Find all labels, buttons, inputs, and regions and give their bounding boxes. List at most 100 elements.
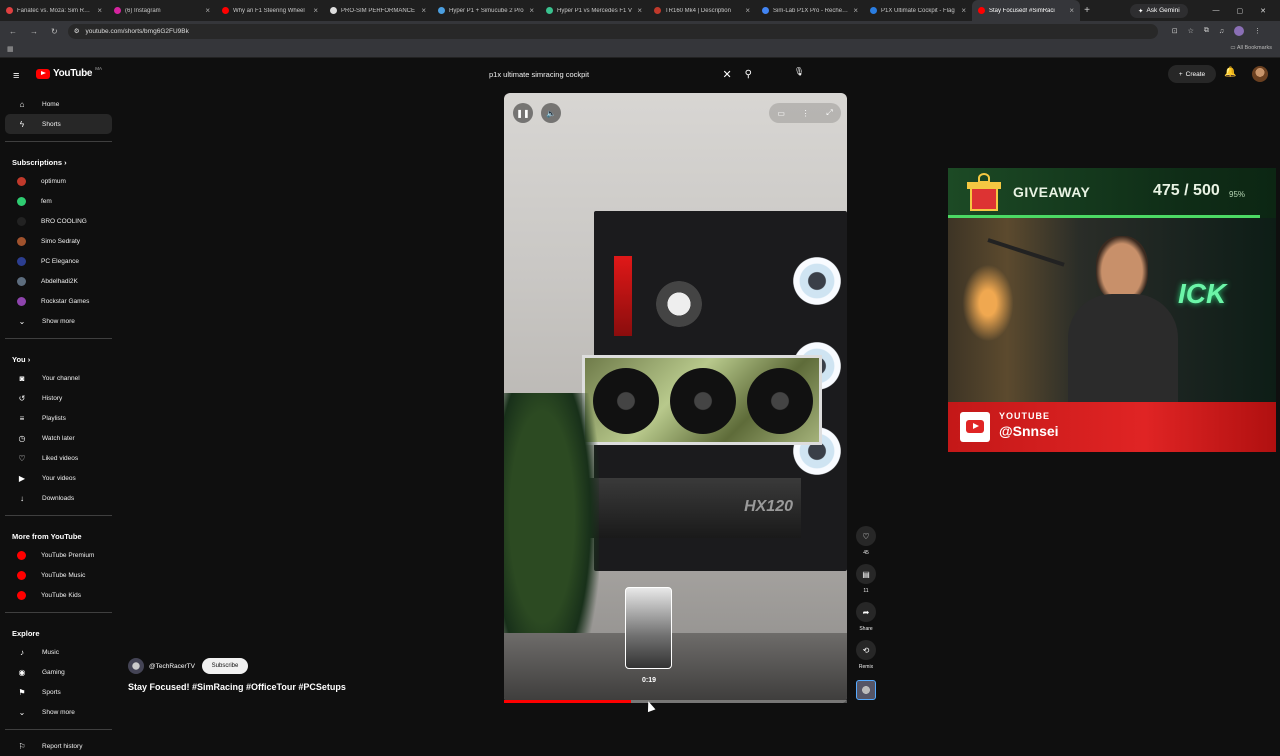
like-action[interactable]: ♡ 45	[853, 526, 879, 556]
new-tab-button[interactable]: +	[1080, 5, 1094, 16]
create-button[interactable]: + Create	[1168, 65, 1216, 83]
browser-tab[interactable]: Stay Focused! #SimRaci ×	[972, 0, 1080, 21]
subscriptions-title: Subscriptions	[12, 158, 63, 167]
like-icon[interactable]: ♡	[856, 526, 876, 546]
sidebar-item-youtube-music[interactable]: YouTube Music	[5, 565, 112, 585]
tab-close-icon[interactable]: ×	[529, 6, 534, 15]
notifications-bell-icon[interactable]: 🔔	[1224, 67, 1236, 78]
channel-avatar[interactable]	[128, 658, 144, 674]
video-progress-bar[interactable]	[504, 700, 847, 703]
tab-close-icon[interactable]: ×	[961, 6, 966, 15]
browser-tab[interactable]: P1X Ultimate Cockpit - Flag ×	[864, 0, 972, 21]
sidebar-item-fem[interactable]: fem	[5, 191, 112, 211]
clear-search-icon[interactable]: ✕	[722, 68, 731, 81]
shorts-video-player[interactable]: HX120 ❚❚ 🔈 ▭ ⋮ ⤢ 0:19	[504, 93, 847, 703]
menu-kebab-icon[interactable]: ⋮	[1254, 27, 1261, 35]
share-icon[interactable]: ➦	[856, 602, 876, 622]
tab-title: Hyper P1 vs Mercedes F1 V	[557, 7, 633, 14]
report-history[interactable]: ⚐ Report history	[5, 736, 112, 756]
subscriptions-heading[interactable]: Subscriptions ›	[0, 148, 118, 171]
subscribe-button[interactable]: Subscribe	[201, 658, 248, 674]
tab-close-icon[interactable]: ×	[853, 6, 858, 15]
short-title[interactable]: Stay Focused! #SimRacing #OfficeTour #PC…	[128, 682, 346, 692]
media-icon[interactable]: ♫	[1219, 28, 1224, 35]
install-icon[interactable]: ⊡	[1172, 27, 1178, 35]
sidebar-item-watch-later[interactable]: ◷ Watch later	[5, 428, 112, 448]
search-box[interactable]: p1x ultimate simracing cockpit ✕ ⚲	[482, 64, 752, 85]
search-icon[interactable]: ⚲	[745, 69, 752, 80]
ask-gemini-button[interactable]: ✦ Ask Gemini	[1130, 3, 1188, 18]
fullscreen-icon[interactable]: ⤢	[826, 108, 832, 118]
reload-icon[interactable]: ↻	[51, 27, 58, 36]
profile-avatar[interactable]	[1234, 26, 1245, 36]
search-input[interactable]: p1x ultimate simracing cockpit	[482, 70, 722, 79]
channel-name[interactable]: @TechRacerTV	[149, 663, 195, 670]
comment-icon[interactable]: ▤	[856, 564, 876, 584]
sidebar-item-pc-elegance[interactable]: PC Elegance	[5, 251, 112, 271]
voice-search-icon[interactable]: 🎙	[792, 67, 806, 81]
bookmark-star-icon[interactable]: ☆	[1188, 27, 1194, 35]
sidebar-item-playlists[interactable]: ≡ Playlists	[5, 408, 112, 428]
explore-show-more[interactable]: ⌄ Show more	[5, 702, 112, 722]
tab-close-icon[interactable]: ×	[637, 6, 642, 15]
browser-tab[interactable]: PRO-SIM PERFORMANCE ×	[324, 0, 432, 21]
sidebar-item-youtube-premium[interactable]: YouTube Premium	[5, 545, 112, 565]
sidebar-item-abdelhadi2k[interactable]: Abdelhadi2K	[5, 271, 112, 291]
browser-tab[interactable]: Hyper P1 + Simucube 2 Pro ×	[432, 0, 540, 21]
close-window-icon[interactable]: ✕	[1260, 7, 1266, 15]
sidebar-item-optimum[interactable]: optimum	[5, 171, 112, 191]
more-options-icon[interactable]: ⋮	[802, 109, 810, 118]
sidebar-item-downloads[interactable]: ↓ Downloads	[5, 488, 112, 508]
browser-tab[interactable]: Hyper P1 vs Mercedes F1 V ×	[540, 0, 648, 21]
captions-icon[interactable]: ▭	[777, 109, 785, 118]
sidebar-item-liked-videos[interactable]: ♡ Liked videos	[5, 448, 112, 468]
sound-channel-thumbnail[interactable]	[856, 680, 876, 700]
you-heading[interactable]: You ›	[0, 345, 118, 368]
pause-icon[interactable]: ❚❚	[513, 103, 533, 123]
tab-close-icon[interactable]: ×	[205, 6, 210, 15]
subscriptions-show-more[interactable]: ⌄ Show more	[5, 311, 112, 331]
remix-action[interactable]: ⟲ Remix	[853, 640, 879, 670]
sidebar-item-sports[interactable]: ⚑ Sports	[5, 682, 112, 702]
sidebar-item-your-channel[interactable]: ◙ Your channel	[5, 368, 112, 388]
apps-grid-icon[interactable]: ▦	[7, 45, 14, 53]
tab-close-icon[interactable]: ×	[1069, 6, 1074, 15]
sidebar-item-rockstar-games[interactable]: Rockstar Games	[5, 291, 112, 311]
browser-tab[interactable]: Why an F1 Steering Wheel ×	[216, 0, 324, 21]
sidebar-item-shorts[interactable]: ϟ Shorts	[5, 114, 112, 134]
omnibox[interactable]: ⚙ youtube.com/shorts/bmg6G2FU9Bk	[67, 23, 1158, 39]
browser-tab[interactable]: TR160 Mk4 | Description ×	[648, 0, 756, 21]
tab-close-icon[interactable]: ×	[421, 6, 426, 15]
tab-close-icon[interactable]: ×	[313, 6, 318, 15]
sidebar-item-simo-sedraty[interactable]: Simo Sedraty	[5, 231, 112, 251]
browser-tab[interactable]: (6) Instagram ×	[108, 0, 216, 21]
youtube-logo[interactable]: YouTube MA	[36, 66, 102, 79]
lamp-image	[958, 258, 1018, 348]
minimize-icon[interactable]: —	[1213, 7, 1220, 15]
remix-icon[interactable]: ⟲	[856, 640, 876, 660]
share-action[interactable]: ➦ Share	[853, 602, 879, 632]
sidebar-item-history[interactable]: ↺ History	[5, 388, 112, 408]
back-icon[interactable]: ←	[9, 27, 17, 36]
browser-tab[interactable]: Fanatec vs. Moza: Sim Racin ×	[0, 0, 108, 21]
sidebar-item-bro-cooling[interactable]: BRO COOLING	[5, 211, 112, 231]
browser-tab[interactable]: Sim-Lab P1X Pro - Recherch ×	[756, 0, 864, 21]
volume-icon[interactable]: 🔈	[541, 103, 561, 123]
sidebar-item-gaming[interactable]: ◉ Gaming	[5, 662, 112, 682]
sidebar-item-youtube-kids[interactable]: YouTube Kids	[5, 585, 112, 605]
sidebar-item-music[interactable]: ♪ Music	[5, 642, 112, 662]
all-bookmarks[interactable]: ▭ All Bookmarks	[1230, 45, 1272, 51]
site-info-icon[interactable]: ⚙	[74, 27, 80, 35]
tab-close-icon[interactable]: ×	[97, 6, 102, 15]
extensions-icon[interactable]: ⧉	[1204, 27, 1209, 35]
forward-icon[interactable]: →	[30, 27, 38, 36]
sidebar-item-label: Playlists	[42, 414, 66, 422]
restore-icon[interactable]: ▢	[1237, 7, 1244, 15]
account-avatar[interactable]	[1252, 66, 1268, 82]
hamburger-menu-icon[interactable]: ≡	[13, 70, 19, 82]
all-bookmarks-label: All Bookmarks	[1236, 45, 1272, 51]
tab-close-icon[interactable]: ×	[745, 6, 750, 15]
sidebar-item-home[interactable]: ⌂ Home	[5, 94, 112, 114]
sidebar-item-your-videos[interactable]: ▶ Your videos	[5, 468, 112, 488]
comment-action[interactable]: ▤ 11	[853, 564, 879, 594]
